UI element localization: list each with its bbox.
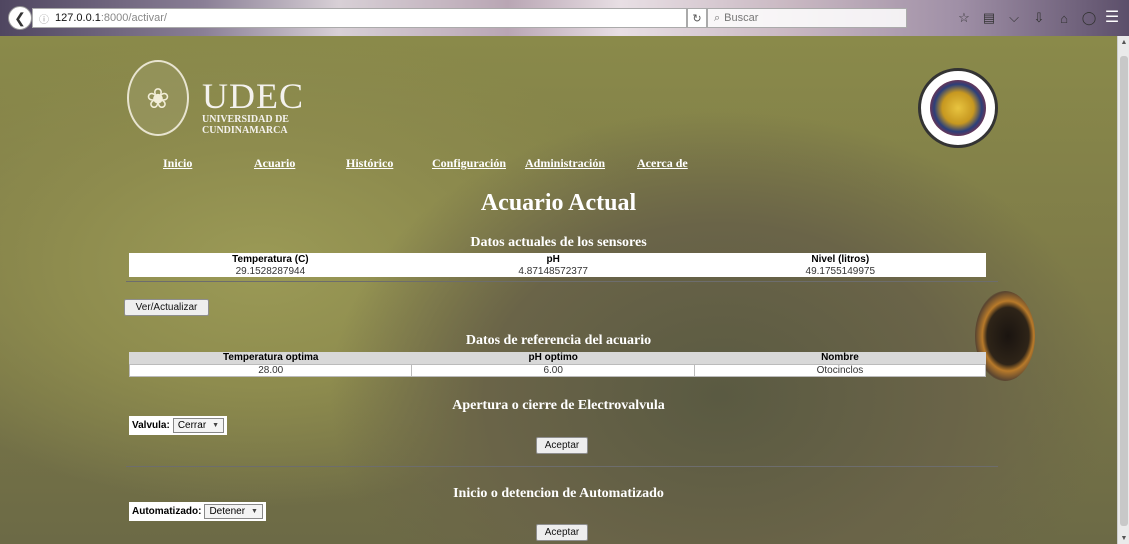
chevron-down-icon: ▼ bbox=[251, 508, 258, 515]
table-row: 28.00 6.00 Otocinclos bbox=[128, 363, 987, 377]
star-icon[interactable]: ☆ bbox=[955, 9, 973, 27]
search-placeholder: Buscar bbox=[724, 12, 759, 24]
scroll-down-icon[interactable]: ▼ bbox=[1118, 532, 1129, 544]
sensors-title: Datos actuales de los sensores bbox=[470, 235, 647, 250]
table-cell: 4.87148572377 bbox=[518, 265, 588, 277]
table-header: pH bbox=[546, 253, 560, 265]
nav-configuracion[interactable]: Configuración bbox=[432, 156, 506, 171]
table-header: pH optimo bbox=[528, 352, 578, 364]
automation-select[interactable]: Detener ▼ bbox=[204, 504, 263, 519]
nav-administracion[interactable]: Administración bbox=[525, 156, 605, 171]
colombia-seal-logo bbox=[918, 68, 998, 148]
brand-sub-line-1: UNIVERSIDAD DE bbox=[202, 114, 289, 125]
divider bbox=[126, 281, 998, 282]
search-icon: ⌕ bbox=[714, 11, 721, 24]
table-cell: 29.1528287944 bbox=[235, 265, 306, 277]
udec-seal-logo: ❀ bbox=[127, 60, 189, 136]
brand-name: UDEC bbox=[202, 76, 304, 116]
home-icon[interactable]: ⌂ bbox=[1055, 9, 1073, 27]
reference-title: Datos de referencia del acuario bbox=[465, 333, 652, 348]
browser-toolbar: ❮ ⓘ 127.0.0.1:8000/activar/ ↻ ⌕ Buscar ☆… bbox=[0, 0, 1129, 36]
table-header: Temperatura (C) bbox=[232, 253, 309, 265]
url-path: :8000/activar/ bbox=[100, 12, 167, 24]
table-header-row: Temperatura optima pH optimo Nombre bbox=[130, 352, 986, 364]
automation-accept-button[interactable]: Aceptar bbox=[536, 524, 588, 541]
nav-inicio[interactable]: Inicio bbox=[163, 156, 192, 171]
info-icon[interactable]: ⓘ bbox=[39, 11, 49, 26]
table-cell: 49.1755149975 bbox=[805, 265, 876, 277]
scrollbar-thumb[interactable] bbox=[1120, 56, 1128, 526]
valve-label: Valvula: bbox=[132, 420, 170, 431]
chevron-down-icon: ▼ bbox=[212, 422, 220, 429]
page-content: ❀ UDEC UNIVERSIDAD DE CUNDINAMARCA Inici… bbox=[0, 36, 1117, 544]
nav-historico[interactable]: Histórico bbox=[346, 156, 393, 171]
nav-acerca-de[interactable]: Acerca de bbox=[637, 156, 688, 171]
extension-icon[interactable]: ◯ bbox=[1080, 9, 1098, 27]
table-header: Nombre bbox=[821, 352, 859, 364]
valve-title: Apertura o cierre de Electrovalvula bbox=[452, 398, 665, 413]
refresh-button[interactable]: Ver/Actualizar bbox=[124, 299, 209, 316]
table-header: Temperatura optima bbox=[223, 352, 319, 364]
pocket-icon[interactable]: ⌵ bbox=[1005, 9, 1023, 27]
nav-acuario[interactable]: Acuario bbox=[254, 156, 295, 171]
page-title: Acuario Actual bbox=[480, 190, 637, 216]
divider bbox=[126, 466, 998, 467]
hamburger-menu-icon[interactable]: ☰ bbox=[1101, 6, 1123, 28]
reference-table: Temperatura optima pH optimo Nombre 28.0… bbox=[128, 352, 987, 377]
valve-accept-button[interactable]: Aceptar bbox=[536, 437, 588, 454]
automation-selected-value: Detener bbox=[209, 506, 246, 517]
reload-icon[interactable]: ↻ bbox=[687, 8, 707, 28]
url-bar[interactable]: ⓘ 127.0.0.1:8000/activar/ bbox=[32, 8, 687, 28]
url-host: 127.0.0.1 bbox=[55, 12, 101, 24]
sensors-table: Temperatura (C) pH Nivel (litros) 29.152… bbox=[129, 253, 986, 277]
main-nav: Inicio Acuario Histórico Configuración A… bbox=[0, 156, 1117, 176]
page-scrollbar[interactable]: ▲ ▼ bbox=[1117, 36, 1129, 544]
table-cell: Otocinclos bbox=[693, 363, 987, 377]
colombia-coat-of-arms-icon bbox=[930, 80, 986, 136]
valve-control: Valvula: Cerrar ▼ bbox=[129, 416, 228, 435]
brand-sub-line-2: CUNDINAMARCA bbox=[202, 125, 288, 136]
download-icon[interactable]: ⇩ bbox=[1030, 9, 1048, 27]
table-cell: 28.00 bbox=[128, 363, 413, 377]
table-header-row: Temperatura (C) pH Nivel (litros) bbox=[129, 253, 986, 265]
automation-control: Automatizado: Detener ▼ bbox=[129, 502, 266, 521]
brand-block: UDEC UNIVERSIDAD DE CUNDINAMARCA bbox=[202, 78, 304, 136]
reading-list-icon[interactable]: ▤ bbox=[980, 9, 998, 27]
automation-title: Inicio o detencion de Automatizado bbox=[453, 486, 664, 501]
valve-select[interactable]: Cerrar ▼ bbox=[172, 418, 225, 433]
table-header: Nivel (litros) bbox=[811, 253, 870, 265]
automation-label: Automatizado: bbox=[132, 506, 202, 517]
scroll-up-icon[interactable]: ▲ bbox=[1118, 36, 1129, 48]
table-row: 29.1528287944 4.87148572377 49.175514997… bbox=[129, 265, 986, 277]
search-input[interactable]: ⌕ Buscar bbox=[707, 8, 907, 28]
valve-selected-value: Cerrar bbox=[177, 420, 207, 431]
back-arrow-icon[interactable]: ❮ bbox=[8, 6, 32, 30]
table-cell: 6.00 bbox=[411, 363, 695, 377]
